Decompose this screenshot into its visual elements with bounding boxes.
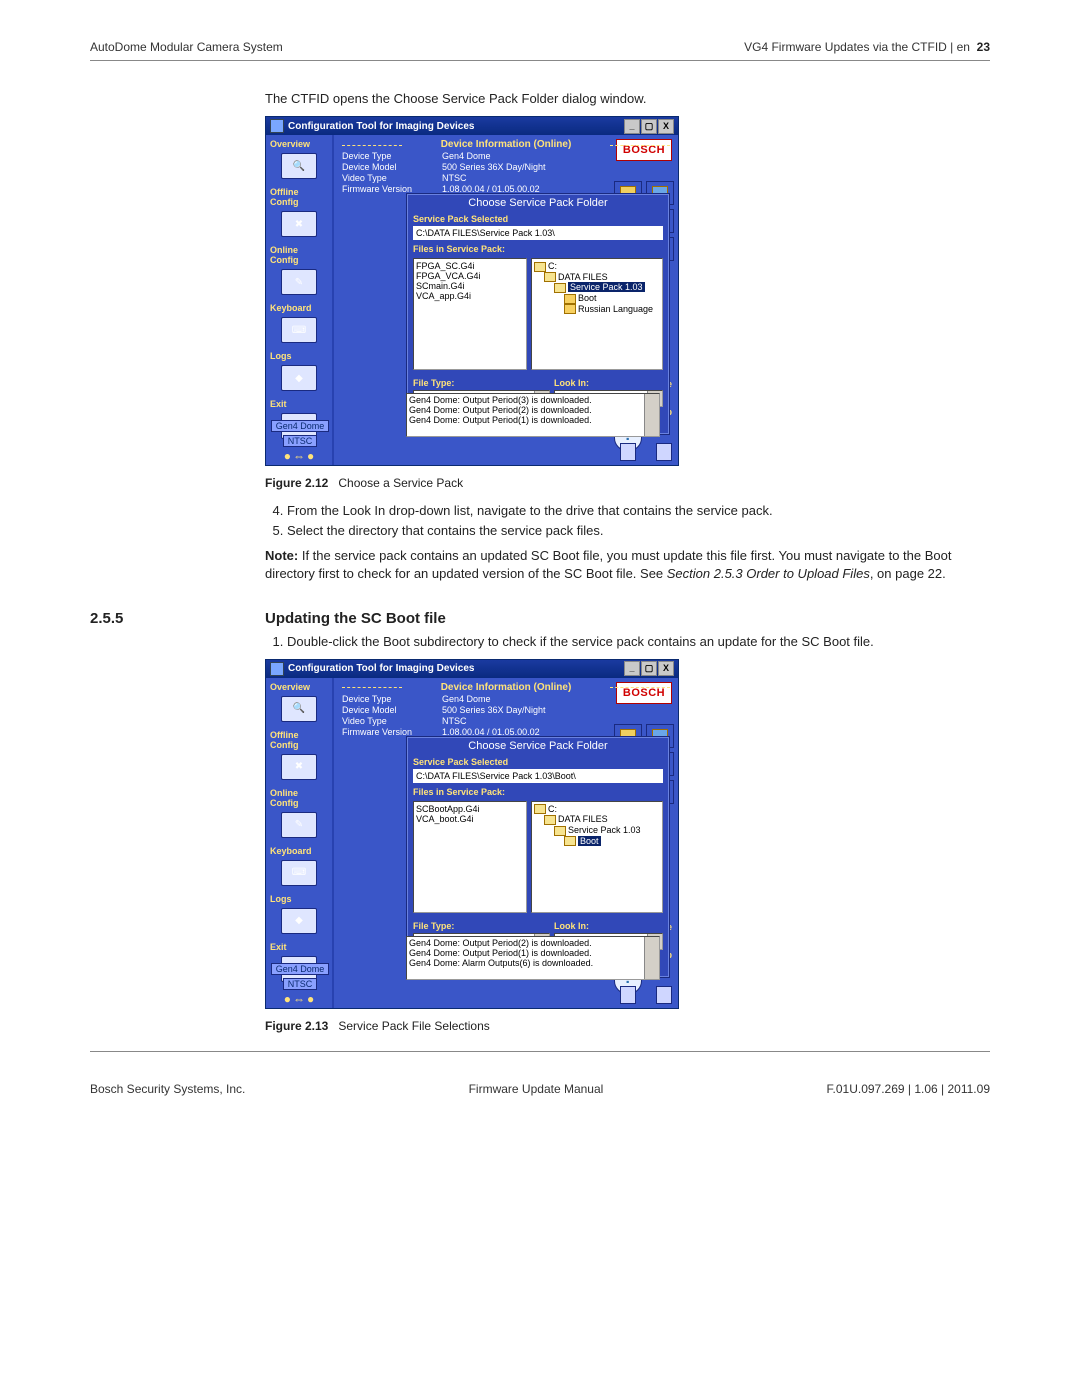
header-rule bbox=[90, 60, 990, 61]
keyboard-icon[interactable]: ⌨ bbox=[281, 317, 317, 343]
dialog-title: Choose Service Pack Folder bbox=[407, 194, 669, 212]
header-left: AutoDome Modular Camera System bbox=[90, 40, 283, 54]
service-pack-path[interactable]: C:\DATA FILES\Service Pack 1.03\Boot\ bbox=[413, 769, 663, 783]
step-5: Select the directory that contains the s… bbox=[287, 522, 990, 540]
footer-left: Bosch Security Systems, Inc. bbox=[90, 1082, 245, 1096]
keyboard-icon[interactable]: ⌨ bbox=[281, 860, 317, 886]
window-title: Configuration Tool for Imaging Devices bbox=[288, 663, 475, 674]
figure-2-13: Configuration Tool for Imaging Devices _… bbox=[265, 659, 990, 1009]
footer-icon-2[interactable] bbox=[656, 443, 672, 461]
filetype-label: File Type: bbox=[413, 919, 550, 933]
sidebar-item-keyboard[interactable]: Keyboard bbox=[266, 844, 332, 858]
ctfid-window-2: Configuration Tool for Imaging Devices _… bbox=[265, 659, 679, 1009]
scrollbar[interactable] bbox=[644, 394, 659, 436]
files-label: Files in Service Pack: bbox=[407, 785, 669, 799]
section-title: Updating the SC Boot file bbox=[265, 610, 990, 627]
files-label: Files in Service Pack: bbox=[407, 242, 669, 256]
close-button[interactable]: X bbox=[658, 661, 674, 676]
sidebar-item-exit[interactable]: Exit bbox=[266, 397, 332, 411]
header-right: VG4 Firmware Updates via the CTFID | en … bbox=[744, 40, 990, 54]
ctfid-window-1: Configuration Tool for Imaging Devices _… bbox=[265, 116, 679, 466]
selected-folder[interactable]: Service Pack 1.03 bbox=[568, 282, 645, 292]
folder-icon bbox=[554, 283, 566, 293]
status-dots-icon: ●⇔● bbox=[284, 992, 317, 1006]
steps-list-1: From the Look In drop-down list, navigat… bbox=[265, 502, 990, 539]
section-number: 2.5.5 bbox=[90, 610, 265, 627]
figure-2-12: Configuration Tool for Imaging Devices _… bbox=[265, 116, 990, 466]
sidebar-item-logs[interactable]: Logs bbox=[266, 892, 332, 906]
app-icon bbox=[270, 662, 284, 676]
sidebar-item-online[interactable]: Online Config bbox=[266, 786, 332, 810]
maximize-button[interactable]: ▢ bbox=[641, 119, 657, 134]
service-pack-path[interactable]: C:\DATA FILES\Service Pack 1.03\ bbox=[413, 226, 663, 240]
sidebar: Overview 🔍 Offline Config ✖ Online Confi… bbox=[266, 135, 334, 465]
sidebar-item-keyboard[interactable]: Keyboard bbox=[266, 301, 332, 315]
sidebar-item-online[interactable]: Online Config bbox=[266, 243, 332, 267]
footer-right: F.01U.097.269 | 1.06 | 2011.09 bbox=[827, 1082, 990, 1096]
lookin-label: Look In: bbox=[554, 919, 663, 933]
status-log[interactable]: Gen4 Dome: Output Period(2) is downloade… bbox=[406, 936, 660, 980]
close-button[interactable]: X bbox=[658, 119, 674, 134]
status-log[interactable]: Gen4 Dome: Output Period(3) is downloade… bbox=[406, 393, 660, 437]
figure-2-12-caption: Figure 2.12 Choose a Service Pack bbox=[265, 476, 990, 490]
filetype-label: File Type: bbox=[413, 376, 550, 390]
sps-label: Service Pack Selected bbox=[407, 755, 669, 769]
scrollbar[interactable] bbox=[644, 937, 659, 979]
device-info-title: Device Information (Online) bbox=[342, 682, 670, 693]
window-title: Configuration Tool for Imaging Devices bbox=[288, 121, 475, 132]
minimize-button[interactable]: _ bbox=[624, 119, 640, 134]
sidebar-item-overview[interactable]: Overview bbox=[266, 680, 332, 694]
sidebar: Overview 🔍 Offline Config ✖ Online Confi… bbox=[266, 678, 334, 1008]
dialog-title: Choose Service Pack Folder bbox=[407, 737, 669, 755]
maximize-button[interactable]: ▢ bbox=[641, 661, 657, 676]
sidebar-item-offline[interactable]: Offline Config bbox=[266, 728, 332, 752]
sidebar-item-logs[interactable]: Logs bbox=[266, 349, 332, 363]
logs-icon[interactable]: ◆ bbox=[281, 365, 317, 391]
offline-icon[interactable]: ✖ bbox=[281, 754, 317, 780]
lookin-label: Look In: bbox=[554, 376, 663, 390]
overview-icon[interactable]: 🔍 bbox=[281, 153, 317, 179]
footer-icon-1[interactable] bbox=[620, 986, 636, 1004]
footer-icon-2[interactable] bbox=[656, 986, 672, 1004]
status-chips: Gen4 Dome NTSC ●⇔● bbox=[270, 419, 330, 463]
selected-folder[interactable]: Boot bbox=[578, 836, 601, 846]
files-list[interactable]: SCBootApp.G4i VCA_boot.G4i bbox=[413, 801, 527, 913]
offline-icon[interactable]: ✖ bbox=[281, 211, 317, 237]
footer-icon-1[interactable] bbox=[620, 443, 636, 461]
app-icon bbox=[270, 119, 284, 133]
folder-icon bbox=[544, 272, 556, 282]
folder-tree[interactable]: C: DATA FILES Service Pack 1.03 Boot Rus… bbox=[531, 258, 663, 370]
overview-icon[interactable]: 🔍 bbox=[281, 696, 317, 722]
sidebar-item-exit[interactable]: Exit bbox=[266, 940, 332, 954]
folder-icon bbox=[534, 804, 546, 814]
footer-center: Firmware Update Manual bbox=[469, 1082, 604, 1096]
device-info-title: Device Information (Online) bbox=[342, 139, 670, 150]
footer-rule bbox=[90, 1051, 990, 1052]
folder-icon bbox=[544, 815, 556, 825]
sidebar-item-overview[interactable]: Overview bbox=[266, 137, 332, 151]
folder-icon bbox=[564, 836, 576, 846]
sps-label: Service Pack Selected bbox=[407, 212, 669, 226]
intro-text: The CTFID opens the Choose Service Pack … bbox=[265, 91, 990, 106]
step-4: From the Look In drop-down list, navigat… bbox=[287, 502, 990, 520]
status-dots-icon: ●⇔● bbox=[284, 449, 317, 463]
window-titlebar[interactable]: Configuration Tool for Imaging Devices _… bbox=[266, 660, 678, 678]
sidebar-item-offline[interactable]: Offline Config bbox=[266, 185, 332, 209]
figure-2-13-caption: Figure 2.13 Service Pack File Selections bbox=[265, 1019, 990, 1033]
folder-tree[interactable]: C: DATA FILES Service Pack 1.03 Boot bbox=[531, 801, 663, 913]
status-chips: Gen4 Dome NTSC ●⇔● bbox=[270, 962, 330, 1006]
folder-icon bbox=[564, 294, 576, 304]
folder-icon bbox=[564, 304, 576, 314]
minimize-button[interactable]: _ bbox=[624, 661, 640, 676]
files-list[interactable]: FPGA_SC.G4i FPGA_VCA.G4i SCmain.G4i VCA_… bbox=[413, 258, 527, 370]
folder-icon bbox=[554, 826, 566, 836]
logs-icon[interactable]: ◆ bbox=[281, 908, 317, 934]
online-icon[interactable]: ✎ bbox=[281, 269, 317, 295]
note-block: Note: If the service pack contains an up… bbox=[265, 547, 990, 582]
window-titlebar[interactable]: Configuration Tool for Imaging Devices _… bbox=[266, 117, 678, 135]
step-1: Double-click the Boot subdirectory to ch… bbox=[287, 633, 990, 651]
steps-list-2: Double-click the Boot subdirectory to ch… bbox=[265, 633, 990, 651]
online-icon[interactable]: ✎ bbox=[281, 812, 317, 838]
folder-icon bbox=[534, 262, 546, 272]
